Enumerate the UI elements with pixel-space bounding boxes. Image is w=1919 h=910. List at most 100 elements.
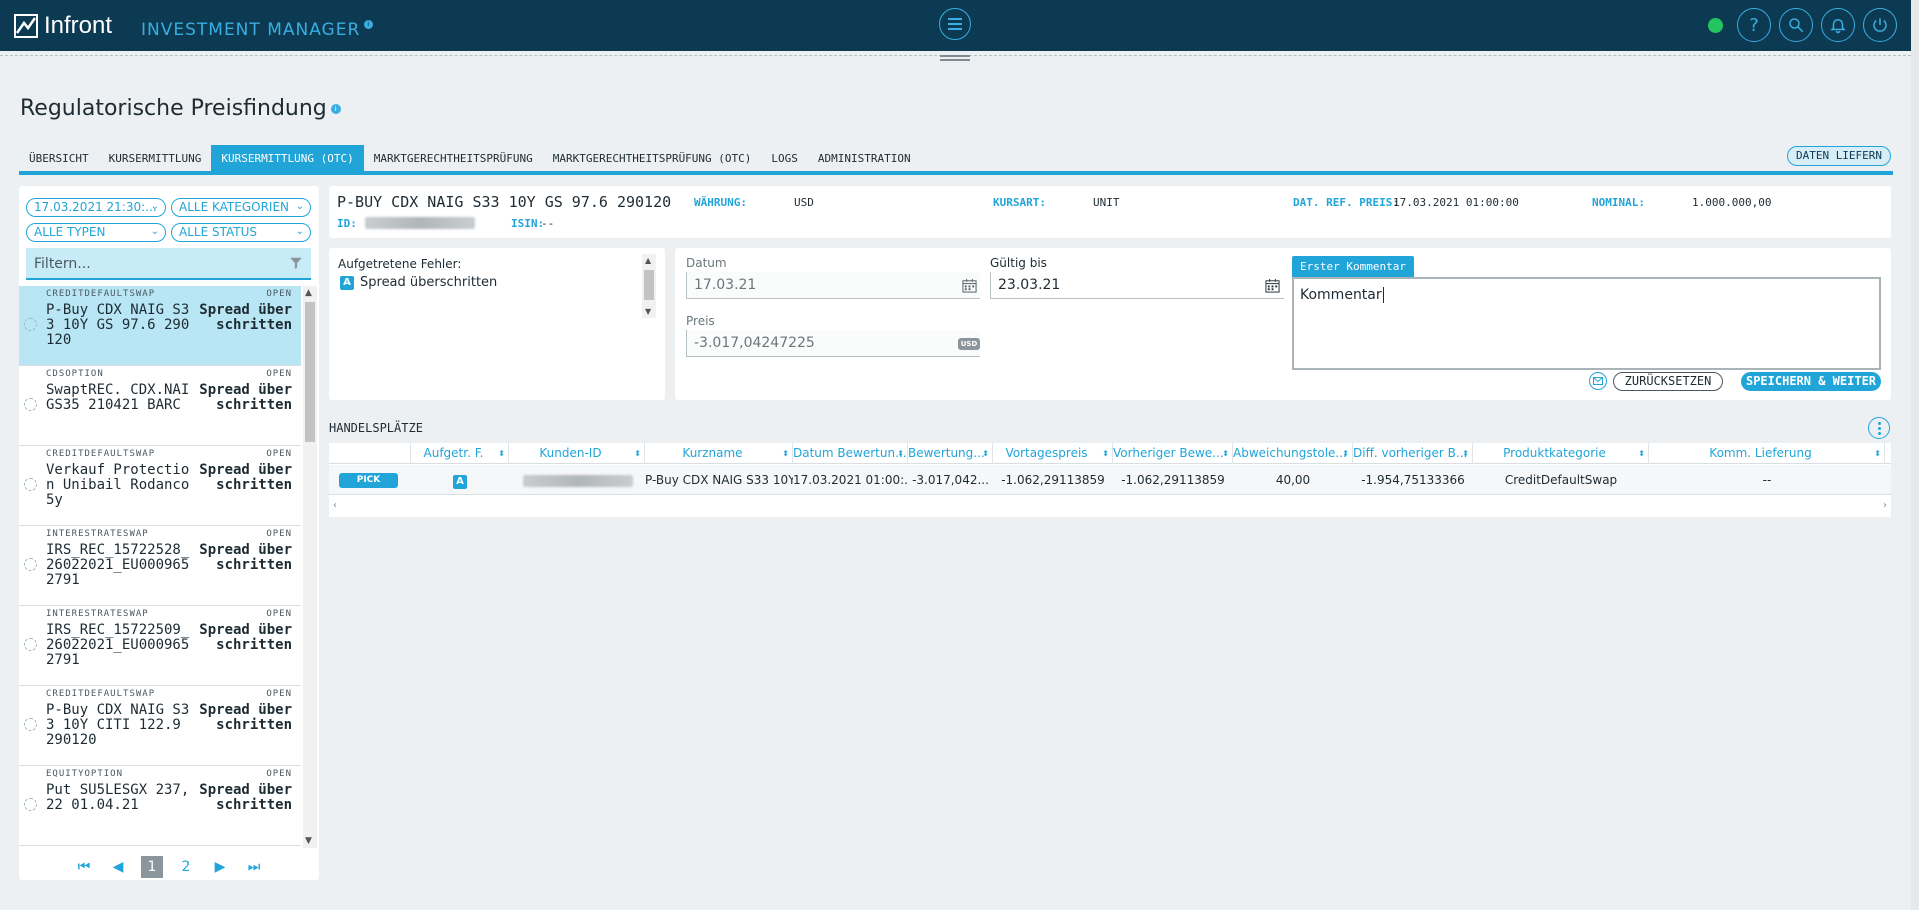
column-header[interactable]: Aufgetr. F. ⬍ bbox=[411, 443, 509, 464]
column-header[interactable]: Kunden-ID ⬍ bbox=[509, 443, 645, 464]
page-1-button[interactable]: 1 bbox=[141, 856, 163, 878]
logout-button[interactable] bbox=[1863, 8, 1897, 42]
column-header[interactable]: Datum Bewertun... ⬍ bbox=[793, 443, 908, 464]
calendar-icon[interactable] bbox=[1265, 278, 1280, 293]
page-title: Regulatorische Preisfindung i bbox=[20, 96, 341, 121]
list-item[interactable]: CREDITDEFAULTSWAP OPEN P-Buy CDX NAIG S33 … bbox=[19, 686, 301, 766]
table-row[interactable]: PICK A P-Buy CDX NAIG S33 10Y ... 17.03.… bbox=[329, 465, 1891, 495]
type-select[interactable]: ALLE TYPEN ⌄ bbox=[26, 223, 166, 242]
page-scrollbar[interactable] bbox=[1911, 0, 1919, 910]
errors-scrollbar[interactable]: ▲ ▼ bbox=[642, 254, 656, 318]
calendar-icon[interactable] bbox=[962, 278, 977, 293]
tab-marktgerechtheitspruefung[interactable]: MARKTGERECHTHEITSPRÜFUNG bbox=[364, 145, 543, 172]
scroll-left-icon[interactable]: ‹ bbox=[333, 500, 337, 511]
column-header[interactable]: Bewertung... ⬍ bbox=[908, 443, 993, 464]
list-item[interactable]: CDSOPTION OPEN SwaptREC. CDX.NAIGS35 21042… bbox=[19, 366, 301, 446]
radio-button[interactable] bbox=[24, 638, 37, 651]
valid-until-label: Gültig bis bbox=[990, 256, 1047, 270]
sort-icon[interactable]: ⬍ bbox=[634, 443, 641, 464]
notifications-button[interactable] bbox=[1821, 8, 1855, 42]
column-header-label: Kurzname bbox=[682, 446, 743, 460]
tab-administration[interactable]: ADMINISTRATION bbox=[808, 145, 921, 172]
help-button[interactable]: ? bbox=[1737, 8, 1771, 42]
comment-tab[interactable]: Erster Kommentar bbox=[1292, 256, 1414, 277]
page-title-text: Regulatorische Preisfindung bbox=[20, 96, 327, 121]
sort-icon[interactable]: ⬍ bbox=[1874, 443, 1881, 464]
item-name: Verkauf Protection Unibail Rodanco 5y bbox=[46, 462, 190, 508]
list-item[interactable]: EQUITYOPTION OPEN Put SU5LESGX 237,22 01.0… bbox=[19, 766, 301, 846]
sort-icon[interactable]: ⬍ bbox=[897, 443, 904, 464]
reset-button[interactable]: ZURÜCKSETZEN bbox=[1613, 372, 1723, 391]
sort-icon[interactable]: ⬍ bbox=[498, 443, 505, 464]
info-icon[interactable]: i bbox=[330, 104, 341, 114]
column-header[interactable]: Produktkategorie ⬍ bbox=[1473, 443, 1649, 464]
radio-button[interactable] bbox=[24, 398, 37, 411]
radio-button[interactable] bbox=[24, 798, 37, 811]
status-select-value: ALLE STATUS bbox=[179, 225, 257, 239]
scrollbar-thumb[interactable] bbox=[644, 270, 654, 300]
sort-icon[interactable]: ⬍ bbox=[1102, 443, 1109, 464]
status-select[interactable]: ALLE STATUS ⌄ bbox=[171, 223, 311, 242]
page-2-button[interactable]: 2 bbox=[175, 856, 197, 878]
category-select[interactable]: ALLE KATEGORIEN ⌄ bbox=[171, 198, 311, 217]
sort-icon[interactable]: ⬍ bbox=[1342, 443, 1349, 464]
first-page-icon[interactable]: ⏮ bbox=[73, 856, 95, 878]
list-item[interactable]: INTERESTRATESWAP OPEN IRS_REC_15722528_260… bbox=[19, 526, 301, 606]
filter-placeholder: Filtern... bbox=[34, 256, 91, 272]
tab-kursermittlung[interactable]: KURSERMITTLUNG bbox=[99, 145, 212, 172]
sort-icon[interactable]: ⬍ bbox=[1638, 443, 1645, 464]
radio-button[interactable] bbox=[24, 718, 37, 731]
list-item[interactable]: CREDITDEFAULTSWAP OPEN P-Buy CDX NAIG S33 … bbox=[19, 286, 301, 366]
mail-icon bbox=[1593, 377, 1603, 385]
column-header[interactable]: Diff. vorheriger B... ⬍ bbox=[1353, 443, 1473, 464]
sort-icon[interactable]: ⬍ bbox=[1462, 443, 1469, 464]
more-options-button[interactable] bbox=[1868, 417, 1890, 439]
column-header-label: Bewertung... bbox=[908, 446, 985, 460]
radio-button[interactable] bbox=[24, 318, 37, 331]
column-header[interactable]: Abweichungstole... ⬍ bbox=[1233, 443, 1353, 464]
sort-icon[interactable]: ⬍ bbox=[782, 443, 789, 464]
scroll-up-icon[interactable]: ▲ bbox=[645, 256, 651, 265]
deliver-data-button[interactable]: DATEN LIEFERN bbox=[1787, 146, 1891, 166]
tab-kursermittlung-otc[interactable]: KURSERMITTLUNG (OTC) bbox=[211, 145, 364, 172]
list-item[interactable]: INTERESTRATESWAP OPEN IRS_REC_15722509_260… bbox=[19, 606, 301, 686]
funnel-icon[interactable] bbox=[289, 256, 303, 270]
trading-venues-label: HANDELSPLÄTZE bbox=[329, 421, 423, 435]
list-item[interactable]: CREDITDEFAULTSWAP OPEN Verkauf Protection … bbox=[19, 446, 301, 526]
list-scrollbar[interactable]: ▲ ▼ bbox=[303, 286, 317, 848]
chevron-down-icon: ⌄ bbox=[295, 201, 304, 212]
last-page-icon[interactable]: ⏭ bbox=[243, 856, 265, 878]
scroll-down-icon[interactable]: ▼ bbox=[645, 307, 651, 316]
tab-uebersicht[interactable]: ÜBERSICHT bbox=[19, 145, 99, 172]
pick-button[interactable]: PICK bbox=[339, 473, 398, 488]
column-header[interactable]: Vorheriger Bewe... ⬍ bbox=[1113, 443, 1233, 464]
scroll-right-icon[interactable]: › bbox=[1883, 500, 1887, 511]
comment-textarea[interactable]: Kommentar bbox=[1292, 277, 1881, 370]
date-select[interactable]: 17.03.2021 21:30:... ⌄ bbox=[26, 198, 166, 217]
save-next-button[interactable]: SPEICHERN & WEITER bbox=[1741, 372, 1881, 391]
scroll-up-icon[interactable]: ▲ bbox=[305, 288, 312, 298]
sort-icon[interactable]: ⬍ bbox=[1222, 443, 1229, 464]
scrollbar-thumb[interactable] bbox=[305, 302, 315, 442]
tab-marktgerechtheitspruefung-otc[interactable]: MARKTGERECHTHEITSPRÜFUNG (OTC) bbox=[543, 145, 762, 172]
radio-button[interactable] bbox=[24, 478, 37, 491]
tab-logs[interactable]: LOGS bbox=[761, 145, 808, 172]
prev-page-icon[interactable]: ◀ bbox=[107, 856, 129, 878]
resize-handle[interactable] bbox=[940, 55, 970, 61]
info-icon[interactable]: i bbox=[364, 20, 374, 29]
valid-until-field[interactable]: 23.03.21 bbox=[990, 272, 1284, 299]
next-page-icon[interactable]: ▶ bbox=[209, 856, 231, 878]
column-header[interactable]: Vortagespreis ⬍ bbox=[993, 443, 1113, 464]
mail-button[interactable] bbox=[1589, 372, 1607, 390]
redacted-id bbox=[365, 217, 475, 229]
radio-button[interactable] bbox=[24, 558, 37, 571]
sort-icon[interactable]: ⬍ bbox=[982, 443, 989, 464]
column-header[interactable]: Komm. Lieferung ⬍ bbox=[1649, 443, 1885, 464]
grid-horizontal-scrollbar[interactable]: ‹ › bbox=[329, 500, 1891, 514]
hamburger-menu-button[interactable] bbox=[939, 8, 971, 40]
filter-input[interactable]: Filtern... bbox=[26, 248, 311, 280]
column-header[interactable]: Kurzname ⬍ bbox=[645, 443, 793, 464]
search-button[interactable] bbox=[1779, 8, 1813, 42]
grid-cell: CreditDefaultSwap bbox=[1504, 473, 1618, 487]
scroll-down-icon[interactable]: ▼ bbox=[305, 836, 312, 846]
